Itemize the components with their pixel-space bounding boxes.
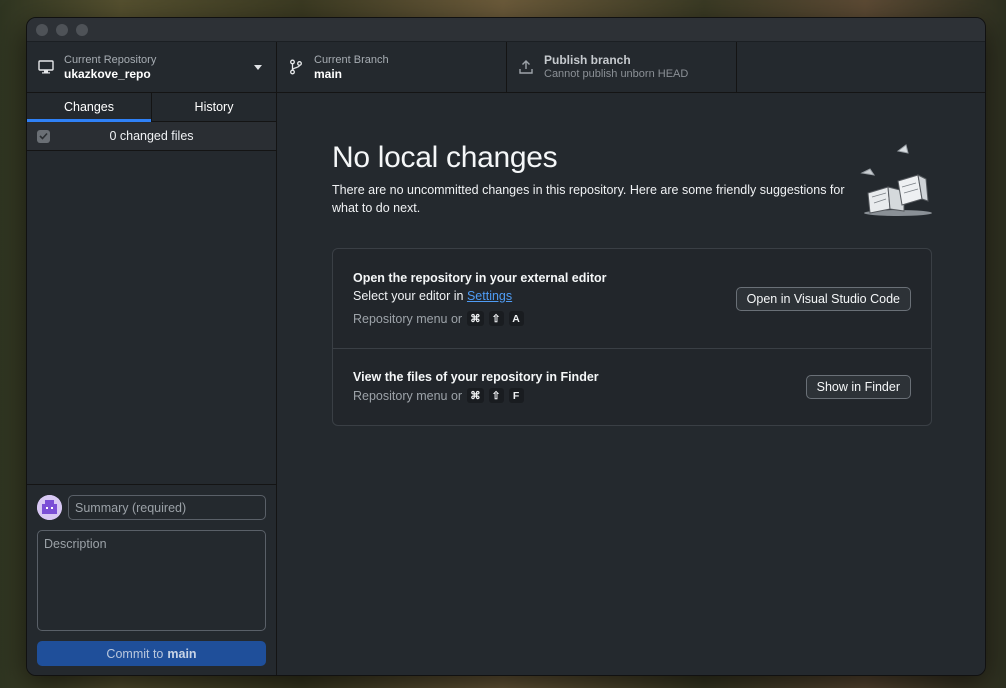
editor-settings-line: Select your editor in Settings	[353, 289, 512, 303]
upload-icon	[517, 58, 535, 76]
avatar	[37, 495, 62, 520]
toolbar: Current Repository ukazkove_repo Current…	[27, 42, 985, 93]
chevron-down-icon	[254, 65, 262, 70]
current-repository-label: Current Repository	[64, 54, 157, 66]
close-window-button[interactable]	[36, 23, 48, 36]
f-key: F	[508, 388, 524, 403]
commit-button-prefix: Commit to	[106, 646, 164, 661]
changed-files-count: 0 changed files	[109, 129, 194, 143]
select-all-checkbox[interactable]	[37, 129, 50, 143]
finder-shortcut-prefix: Repository menu or	[353, 388, 463, 403]
editor-settings-prefix: Select your editor in	[353, 289, 464, 303]
command-key: ⌘	[467, 311, 484, 326]
shift-key: ⇧	[488, 311, 504, 326]
editor-shortcut: Repository menu or ⌘ ⇧ A	[353, 311, 524, 326]
computer-icon	[37, 58, 55, 76]
publish-branch-button[interactable]: Publish branch Cannot publish unborn HEA…	[507, 42, 737, 92]
minimize-window-button[interactable]	[56, 23, 68, 36]
commit-summary-input[interactable]	[68, 495, 266, 520]
zoom-window-button[interactable]	[76, 23, 88, 36]
command-key: ⌘	[467, 388, 484, 403]
git-branch-icon	[287, 58, 305, 76]
main-panel: No local changes There are no uncommitte…	[277, 93, 985, 675]
commit-button[interactable]: Commit to main	[37, 641, 266, 666]
commit-button-branch: main	[167, 646, 197, 661]
tab-history[interactable]: History	[151, 93, 276, 121]
intro-text: There are no uncommitted changes in this…	[332, 183, 845, 215]
current-branch-selector[interactable]: Current Branch main	[277, 42, 507, 92]
publish-branch-title: Publish branch	[544, 53, 631, 67]
a-key: A	[508, 311, 524, 326]
tab-changes[interactable]: Changes	[27, 93, 151, 122]
app-window: Current Repository ukazkove_repo Current…	[26, 17, 986, 676]
current-repository-selector[interactable]: Current Repository ukazkove_repo	[27, 42, 277, 92]
sidebar-tabs: Changes History	[27, 93, 276, 122]
commit-form: Commit to main	[27, 484, 276, 675]
show-in-finder-button[interactable]: Show in Finder	[805, 375, 911, 399]
editor-shortcut-prefix: Repository menu or	[353, 311, 463, 326]
open-editor-suggestion: Open the repository in your external edi…	[333, 249, 931, 349]
changed-files-list	[27, 151, 276, 484]
show-in-finder-title: View the files of your repository in Fin…	[353, 370, 599, 384]
show-in-finder-suggestion: View the files of your repository in Fin…	[333, 349, 931, 426]
publish-branch-subtitle: Cannot publish unborn HEAD	[544, 68, 689, 80]
sidebar: Changes History 0 changed files Summary …	[27, 93, 277, 675]
open-editor-title: Open the repository in your external edi…	[353, 271, 607, 285]
open-in-vscode-button[interactable]: Open in Visual Studio Code	[735, 287, 911, 311]
title-bar	[27, 18, 985, 42]
suggestions-card: Open the repository in your external edi…	[332, 248, 932, 426]
current-branch-name: main	[314, 67, 343, 81]
finder-shortcut: Repository menu or ⌘ ⇧ F	[353, 388, 524, 403]
shift-key: ⇧	[488, 388, 504, 403]
page-title: No local changes	[332, 141, 558, 174]
current-repository-name: ukazkove_repo	[64, 67, 151, 81]
changed-files-header: 0 changed files	[27, 122, 276, 151]
current-branch-label: Current Branch	[314, 54, 389, 66]
settings-link[interactable]: Settings	[467, 289, 512, 303]
commit-description-input[interactable]	[37, 530, 266, 631]
empty-state-illustration	[860, 144, 932, 216]
